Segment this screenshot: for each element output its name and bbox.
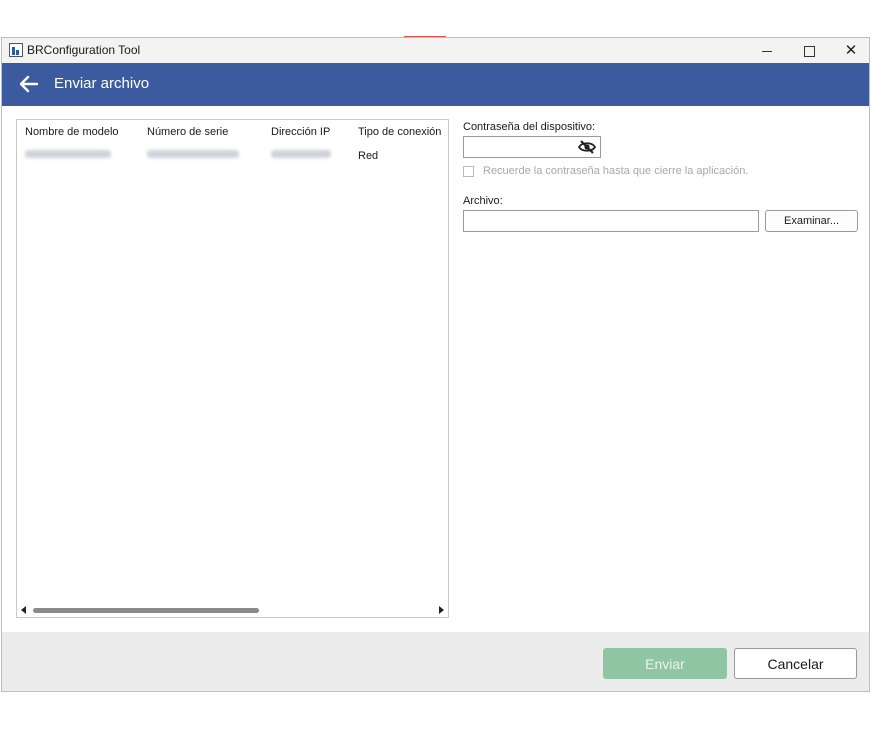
browse-button[interactable]: Examinar...: [765, 210, 858, 232]
app-icon: [9, 43, 23, 57]
maximize-button[interactable]: [786, 38, 832, 63]
scroll-right-icon[interactable]: [439, 606, 444, 614]
minimize-button[interactable]: [744, 38, 790, 63]
table-row[interactable]: Red: [17, 144, 448, 166]
column-header-model[interactable]: Nombre de modelo: [25, 126, 119, 138]
column-header-serial[interactable]: Número de serie: [147, 126, 228, 138]
arrow-left-icon[interactable]: [18, 73, 40, 95]
column-header-ip[interactable]: Dirección IP: [271, 126, 330, 138]
password-label: Contraseña del dispositivo:: [463, 121, 596, 133]
redacted-ip: [271, 150, 331, 158]
row-connection-type: Red: [358, 150, 379, 162]
maximize-icon: [803, 45, 815, 57]
redacted-model: [25, 150, 111, 158]
cancel-button[interactable]: Cancelar: [734, 648, 857, 679]
redacted-serial: [147, 150, 239, 158]
remember-password-label: Recuerde la contraseña hasta que cierre …: [483, 165, 749, 177]
list-header: Nombre de modelo Número de serie Direcci…: [17, 120, 448, 142]
scroll-left-icon[interactable]: [21, 606, 26, 614]
password-input[interactable]: [464, 137, 582, 157]
close-icon: ✕: [844, 41, 858, 59]
close-button[interactable]: ✕: [828, 38, 869, 63]
page-title: Enviar archivo: [54, 75, 150, 92]
footer-bar: Enviar Cancelar: [2, 632, 869, 691]
title-bar: BRConfiguration Tool ✕: [2, 38, 869, 63]
file-label: Archivo:: [463, 195, 503, 207]
device-list[interactable]: Nombre de modelo Número de serie Direcci…: [16, 119, 449, 618]
horizontal-scrollbar[interactable]: [17, 603, 448, 617]
eye-slash-icon[interactable]: [577, 139, 597, 155]
column-header-connection[interactable]: Tipo de conexión: [358, 126, 441, 138]
send-button[interactable]: Enviar: [603, 648, 727, 679]
scroll-thumb[interactable]: [33, 608, 259, 613]
page-header: Enviar archivo: [2, 63, 869, 106]
window-title: BRConfiguration Tool: [27, 43, 141, 57]
minimize-icon: [762, 50, 772, 52]
file-path-input[interactable]: [463, 210, 759, 232]
password-field[interactable]: [463, 136, 601, 158]
remember-password-checkbox[interactable]: [463, 166, 474, 177]
main-content: Nombre de modelo Número de serie Direcci…: [2, 106, 869, 632]
app-window: BRConfiguration Tool ✕ Enviar archivo No…: [1, 37, 870, 692]
